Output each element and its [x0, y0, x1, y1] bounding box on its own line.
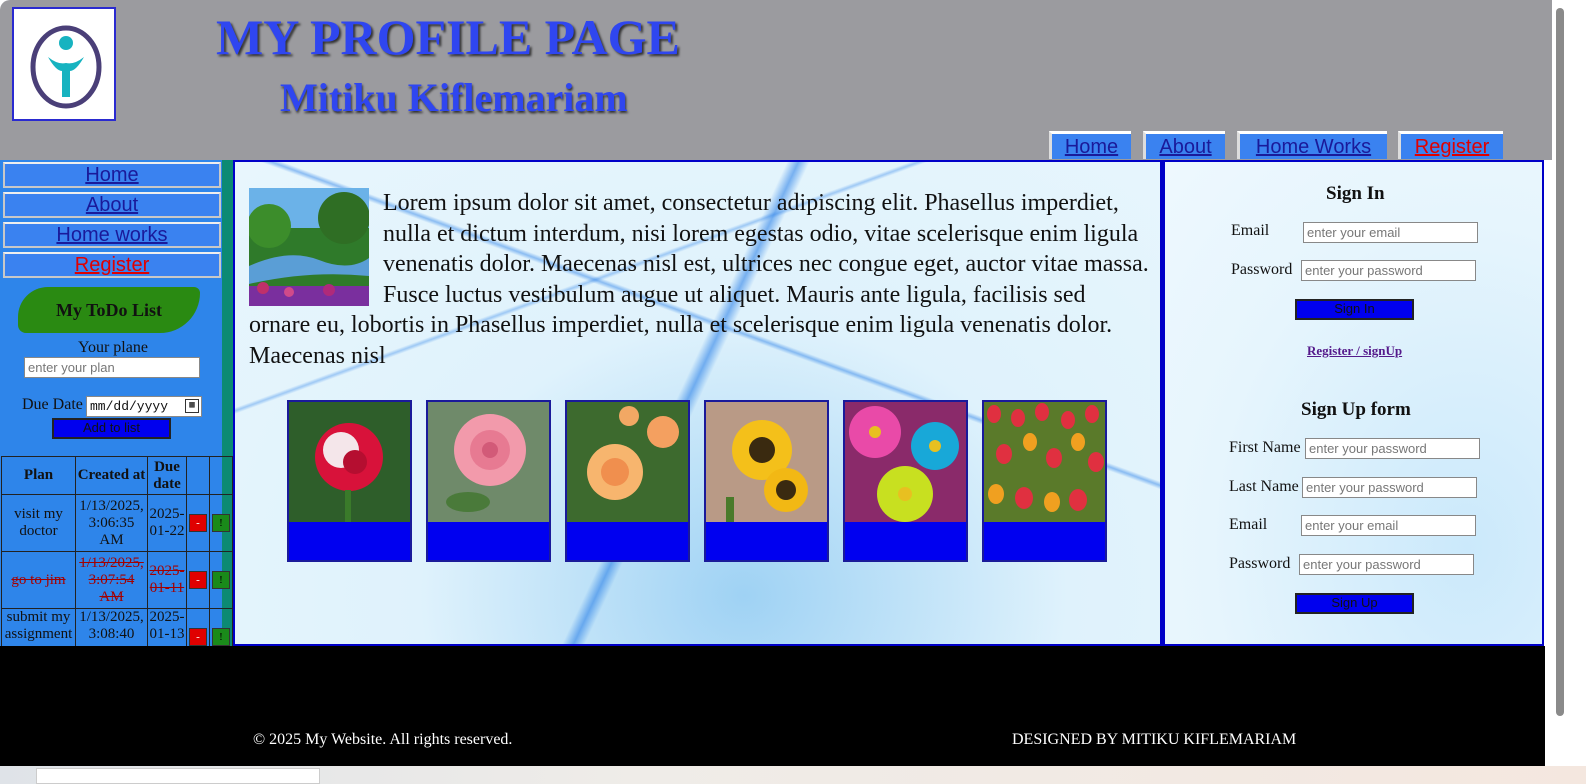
auth-panel: Sign In Email enter your email Password … — [1162, 160, 1544, 646]
last-name-input[interactable]: enter your password — [1302, 477, 1477, 498]
todo-plan: go to jim — [1, 551, 76, 609]
landscape-image — [247, 188, 383, 306]
page-subtitle: Mitiku Kiflemariam — [280, 75, 628, 120]
first-name-input[interactable]: enter your password — [1305, 438, 1480, 459]
paragraph-text: Lorem ipsum dolor sit amet, consectetur … — [249, 190, 1149, 369]
signup-title: Sign Up form — [1301, 399, 1411, 420]
delete-button[interactable]: - — [189, 571, 207, 589]
top-nav-home-works[interactable]: Home Works — [1237, 131, 1387, 159]
table-row: visit my doctor 1/13/2025, 3:06:35 AM 20… — [1, 494, 233, 552]
todo-due: 2025-01-22 — [147, 494, 187, 552]
signup-password-input[interactable]: enter your password — [1299, 554, 1474, 575]
todo-table: Plan Created at Due date visit my doctor… — [1, 456, 233, 666]
due-date-input[interactable]: mm/dd/yyyy ▦ — [86, 396, 202, 417]
sidebar-item-register[interactable]: Register — [3, 252, 221, 278]
logo[interactable] — [12, 7, 116, 121]
daisies-image — [845, 402, 966, 522]
tulips-image — [984, 402, 1105, 522]
register-link[interactable]: Register / signUp — [1307, 343, 1402, 359]
pink-rose-image — [428, 402, 549, 522]
delete-button[interactable]: - — [189, 628, 207, 646]
signup-email-input[interactable]: enter your email — [1301, 515, 1476, 536]
gallery-item-tulips[interactable] — [982, 400, 1107, 562]
sidebar-item-about[interactable]: About — [3, 192, 221, 218]
todo-created: 1/13/2025, 3:07:54 AM — [75, 551, 148, 609]
taskbar-tab[interactable] — [36, 768, 320, 784]
person-logo-icon — [30, 25, 102, 109]
due-date-placeholder: mm/dd/yyyy — [90, 399, 169, 414]
todo-due: 2025-01-11 — [147, 551, 187, 609]
column-header-created: Created at — [75, 456, 148, 495]
table-row: go to jim 1/13/2025, 3:07:54 AM 2025-01-… — [1, 551, 233, 609]
gallery-item-red-rose[interactable] — [287, 400, 412, 562]
top-nav-register[interactable]: Register — [1398, 131, 1503, 159]
add-to-list-button[interactable]: Add to list — [52, 418, 171, 439]
todo-plan: visit my doctor — [1, 494, 76, 552]
sidebar-item-home-works[interactable]: Home works — [3, 222, 221, 248]
todo-done-cell: ! — [209, 494, 233, 552]
calendar-icon[interactable]: ▦ — [185, 399, 199, 413]
plan-label: Your plane — [78, 339, 148, 356]
complete-button[interactable]: ! — [212, 628, 230, 646]
column-header-plan: Plan — [1, 456, 76, 495]
todo-delete-cell: - — [186, 494, 210, 552]
top-nav-about[interactable]: About — [1143, 131, 1225, 159]
red-rose-image — [289, 402, 410, 522]
signin-email-input[interactable]: enter your email — [1303, 222, 1478, 243]
top-nav-home[interactable]: Home — [1049, 131, 1131, 159]
sunflower-image — [706, 402, 827, 522]
page: MY PROFILE PAGE Mitiku Kiflemariam Home … — [0, 0, 1586, 784]
intro-paragraph: Lorem ipsum dolor sit amet, consectetur … — [247, 188, 1149, 372]
signup-password-label: Password — [1229, 555, 1291, 572]
designer-credit: DESIGNED BY MITIKU KIFLEMARIAM — [1012, 731, 1297, 748]
signin-password-input[interactable]: enter your password — [1301, 260, 1476, 281]
peach-rose-image — [567, 402, 688, 522]
due-date-label: Due Date — [22, 396, 83, 413]
landscape-picture — [247, 188, 370, 306]
signin-email-label: Email — [1231, 222, 1270, 239]
last-name-label: Last Name — [1229, 478, 1299, 495]
signup-email-label: Email — [1229, 516, 1268, 533]
copyright-text: © 2025 My Website. All rights reserved. — [253, 731, 513, 748]
first-name-label: First Name — [1229, 439, 1301, 456]
signin-password-label: Password — [1231, 261, 1293, 278]
column-header-done — [209, 456, 233, 495]
sidebar-item-home[interactable]: Home — [3, 162, 221, 188]
gallery-item-daisies[interactable] — [843, 400, 968, 562]
complete-button[interactable]: ! — [212, 514, 230, 532]
column-header-delete — [186, 456, 210, 495]
plan-input[interactable]: enter your plan — [24, 357, 200, 378]
footer: © 2025 My Website. All rights reserved. … — [0, 646, 1545, 766]
todo-header-row: Plan Created at Due date — [1, 456, 233, 495]
gallery-item-peach-rose[interactable] — [565, 400, 690, 562]
page-title: MY PROFILE PAGE — [216, 9, 680, 65]
todo-title: My ToDo List — [18, 287, 200, 333]
taskbar — [0, 766, 1586, 784]
gallery-item-pink-rose[interactable] — [426, 400, 551, 562]
complete-button[interactable]: ! — [212, 571, 230, 589]
gallery-item-sunflower[interactable] — [704, 400, 829, 562]
delete-button[interactable]: - — [189, 514, 207, 532]
signin-title: Sign In — [1326, 183, 1385, 204]
sign-up-button[interactable]: Sign Up — [1295, 593, 1414, 614]
todo-delete-cell: - — [186, 551, 210, 609]
todo-done-cell: ! — [209, 551, 233, 609]
todo-created: 1/13/2025, 3:06:35 AM — [75, 494, 148, 552]
column-header-due: Due date — [147, 456, 187, 495]
scrollbar-thumb[interactable] — [1556, 8, 1564, 716]
sign-in-button[interactable]: Sign In — [1295, 299, 1414, 320]
main-content: Lorem ipsum dolor sit amet, consectetur … — [233, 160, 1162, 646]
